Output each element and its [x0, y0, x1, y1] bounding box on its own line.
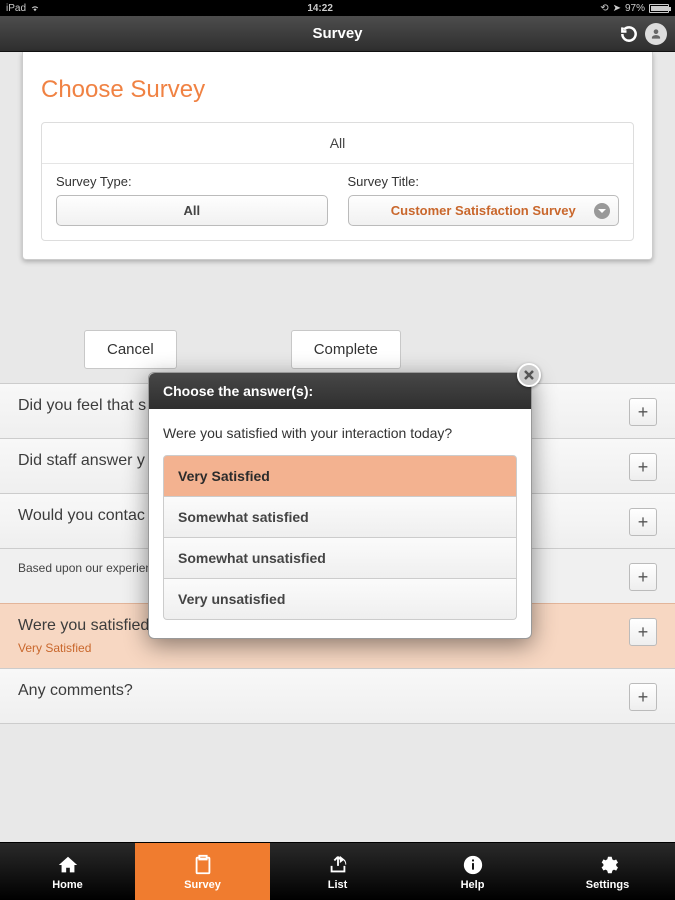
- gear-icon: [597, 853, 619, 877]
- popover-header: Choose the answer(s):: [149, 373, 531, 409]
- answer-option[interactable]: Somewhat unsatisfied: [163, 538, 517, 579]
- clipboard-icon: [192, 853, 214, 877]
- survey-title-select[interactable]: Customer Satisfaction Survey: [348, 195, 620, 226]
- expand-button[interactable]: +: [629, 563, 657, 591]
- popover-question: Were you satisfied with your interaction…: [149, 409, 531, 455]
- answer-option[interactable]: Very Satisfied: [163, 455, 517, 497]
- expand-button[interactable]: +: [629, 398, 657, 426]
- question-answer-sub: Very Satisfied: [18, 641, 617, 657]
- survey-title-value: Customer Satisfaction Survey: [391, 203, 576, 218]
- choose-survey-panel: Choose Survey All Survey Type: All Surve…: [22, 52, 653, 260]
- location-icon: ➤: [613, 3, 621, 14]
- answer-option[interactable]: Somewhat satisfied: [163, 497, 517, 538]
- lock-rotation-icon: ⟲: [600, 3, 608, 14]
- tab-home[interactable]: Home: [0, 843, 135, 900]
- panel-title: Choose Survey: [41, 76, 634, 104]
- page-title: Survey: [312, 25, 362, 42]
- survey-type-value: All: [183, 203, 200, 218]
- wifi-icon: [30, 4, 40, 12]
- survey-type-select[interactable]: All: [56, 195, 328, 226]
- tab-help[interactable]: Help: [405, 843, 540, 900]
- answer-option[interactable]: Very unsatisfied: [163, 579, 517, 620]
- tab-survey[interactable]: Survey: [135, 843, 270, 900]
- option-list: Very SatisfiedSomewhat satisfiedSomewhat…: [149, 455, 531, 638]
- close-button[interactable]: [517, 363, 541, 387]
- tab-label: Settings: [586, 879, 629, 891]
- tab-bar: Home Survey List Help Settings: [0, 842, 675, 900]
- filter-all-header: All: [42, 123, 633, 164]
- answer-popover: Choose the answer(s): Were you satisfied…: [148, 372, 532, 639]
- tab-settings[interactable]: Settings: [540, 843, 675, 900]
- info-icon: [462, 853, 484, 877]
- status-bar: iPad 14:22 ⟲ ➤ 97%: [0, 0, 675, 16]
- refresh-icon[interactable]: [619, 24, 639, 44]
- survey-title-label: Survey Title:: [348, 174, 620, 189]
- expand-button[interactable]: +: [629, 618, 657, 646]
- device-label: iPad: [6, 3, 26, 14]
- cancel-button[interactable]: Cancel: [84, 330, 177, 369]
- profile-icon[interactable]: [645, 23, 667, 45]
- clock: 14:22: [307, 3, 333, 14]
- survey-type-label: Survey Type:: [56, 174, 328, 189]
- tab-label: Home: [52, 879, 83, 891]
- battery-percent: 97%: [625, 3, 645, 14]
- question-row[interactable]: Any comments?+: [0, 668, 675, 724]
- chevron-down-icon: [594, 203, 610, 219]
- complete-button[interactable]: Complete: [291, 330, 401, 369]
- tab-list[interactable]: List: [270, 843, 405, 900]
- question-text: Any comments?: [18, 681, 629, 702]
- home-icon: [57, 853, 79, 877]
- nav-bar: Survey: [0, 16, 675, 52]
- tab-label: Survey: [184, 879, 221, 891]
- expand-button[interactable]: +: [629, 453, 657, 481]
- tab-label: Help: [461, 879, 485, 891]
- tab-label: List: [328, 879, 348, 891]
- expand-button[interactable]: +: [629, 683, 657, 711]
- battery-icon: [649, 4, 669, 13]
- expand-button[interactable]: +: [629, 508, 657, 536]
- share-icon: [327, 853, 349, 877]
- filter-box: All Survey Type: All Survey Title: Custo…: [41, 122, 634, 241]
